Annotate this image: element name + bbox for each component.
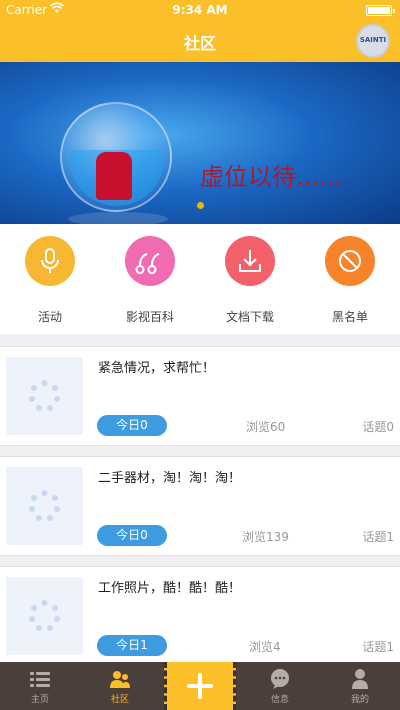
today-badge: 今日0 bbox=[97, 415, 167, 436]
placeholder-thumbnail bbox=[6, 467, 83, 545]
placeholder-thumbnail bbox=[6, 577, 83, 655]
quote-icon bbox=[125, 236, 175, 286]
chair-image bbox=[96, 152, 132, 200]
views-count: 浏览139 bbox=[242, 530, 289, 544]
post-title: 二手器材，淘！淘！淘！ bbox=[98, 471, 242, 486]
today-badge: 今日0 bbox=[97, 525, 167, 546]
list-icon bbox=[29, 668, 51, 690]
reflection bbox=[68, 212, 168, 224]
tab-home[interactable]: 主页 bbox=[0, 662, 80, 710]
tab-label: 主页 bbox=[30, 695, 49, 705]
topics-count: 话题0 bbox=[362, 420, 394, 434]
list-item[interactable]: 紧急情况，求帮忙！ 今日0 浏览60 话题0 bbox=[0, 346, 400, 446]
nav-bar: 社区 SAINTI bbox=[0, 20, 400, 62]
category-label: 影视百科 bbox=[125, 310, 174, 324]
banner-caption: 虚位以待...... bbox=[200, 163, 342, 191]
category-grid: 活动 影视百科 文档下载 黑名单 bbox=[0, 224, 400, 334]
tab-label: 我的 bbox=[350, 695, 369, 705]
category-label: 黑名单 bbox=[331, 310, 368, 324]
battery-icon bbox=[366, 5, 395, 16]
views-count: 浏览4 bbox=[249, 640, 281, 654]
plus-icon-vertical bbox=[198, 673, 202, 699]
block-icon bbox=[325, 236, 375, 286]
views-count: 浏览60 bbox=[246, 420, 286, 434]
category-label: 活动 bbox=[37, 310, 62, 324]
tab-label: 信息 bbox=[270, 695, 289, 705]
brand-logo[interactable]: SAINTI bbox=[356, 24, 390, 58]
topics-count: 话题1 bbox=[362, 640, 394, 654]
category-doc-download[interactable]: 文档下载 bbox=[200, 236, 300, 325]
clock: 9:34 AM bbox=[172, 3, 228, 17]
add-post-button[interactable] bbox=[164, 662, 236, 710]
person-icon bbox=[349, 668, 371, 690]
community-icon bbox=[109, 668, 131, 690]
carousel-indicator-dot[interactable] bbox=[197, 202, 204, 209]
logo-text: SAINTI bbox=[359, 36, 387, 44]
category-label: 文档下载 bbox=[225, 310, 274, 324]
list-item[interactable]: 二手器材，淘！淘！淘！ 今日0 浏览139 话题1 bbox=[0, 456, 400, 556]
tab-label: 社区 bbox=[110, 695, 129, 705]
tab-messages[interactable]: 信息 bbox=[240, 662, 320, 710]
status-bar: Carrier 9:34 AM bbox=[0, 0, 400, 20]
banner-carousel[interactable]: 虚位以待...... bbox=[0, 62, 400, 224]
category-film-wiki[interactable]: 影视百科 bbox=[100, 236, 200, 325]
tab-profile[interactable]: 我的 bbox=[320, 662, 400, 710]
placeholder-thumbnail bbox=[6, 357, 83, 435]
page-title: 社区 bbox=[183, 34, 216, 53]
tab-bar: 主页 社区 信息 我的 bbox=[0, 662, 400, 710]
microphone-icon bbox=[25, 236, 75, 286]
today-badge: 今日1 bbox=[97, 635, 167, 656]
post-title: 紧急情况，求帮忙！ bbox=[98, 361, 216, 376]
chat-icon bbox=[269, 668, 291, 690]
download-icon bbox=[225, 236, 275, 286]
list-item[interactable]: 工作照片，酷！酷！酷！ 今日1 浏览4 话题1 bbox=[0, 566, 400, 666]
post-title: 工作照片，酷！酷！酷！ bbox=[98, 581, 242, 596]
category-activity[interactable]: 活动 bbox=[0, 236, 100, 325]
topics-count: 话题1 bbox=[362, 530, 394, 544]
tab-community[interactable]: 社区 bbox=[80, 662, 160, 710]
category-blacklist[interactable]: 黑名单 bbox=[300, 236, 400, 325]
